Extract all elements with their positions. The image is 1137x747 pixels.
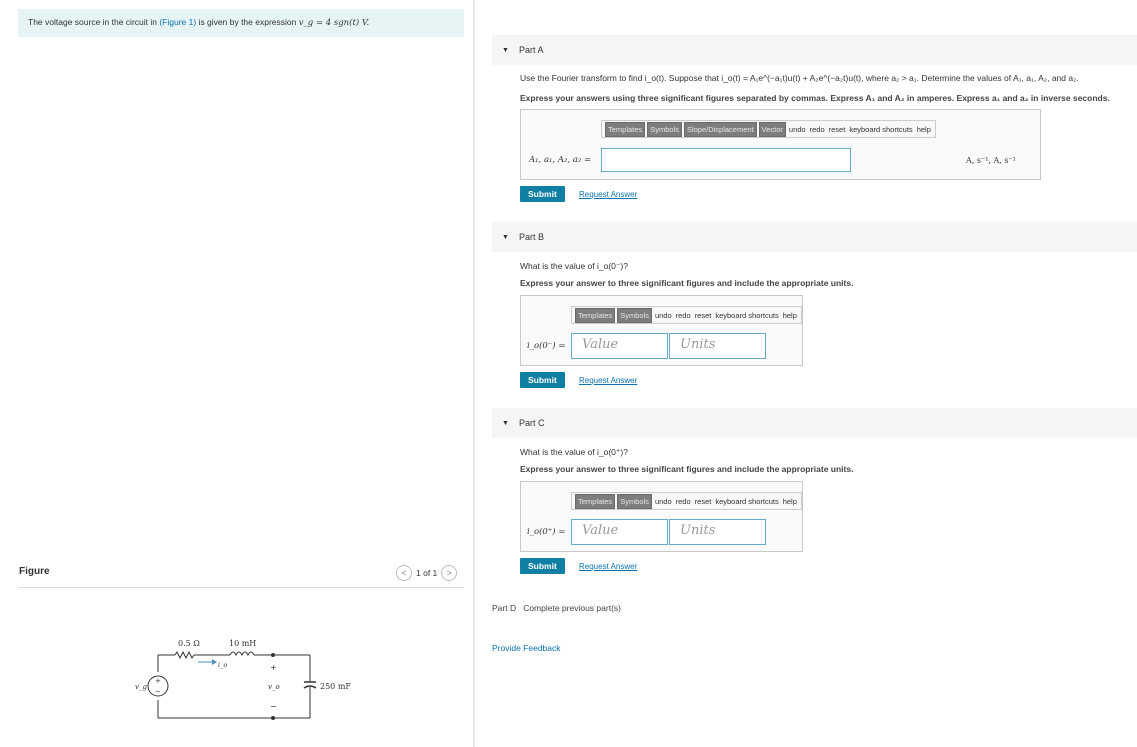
part-c-answer-box: Templates Symbols undo redo reset keyboa… — [520, 481, 803, 552]
figure-panel: The voltage source in the circuit in (Fi… — [0, 0, 474, 747]
next-figure-button[interactable]: > — [441, 565, 458, 581]
part-a-header[interactable]: ▼ Part A — [492, 35, 1137, 65]
current-label: i_o — [218, 661, 227, 669]
figure-divider — [18, 587, 464, 588]
inductor-label: 10 mH — [229, 639, 256, 648]
part-a-submit-button[interactable]: Submit — [520, 186, 565, 202]
redo-button[interactable]: redo — [809, 125, 826, 134]
templates-button[interactable]: Templates — [605, 121, 646, 137]
part-b-question: What is the value of i_o(0⁻)? — [520, 261, 628, 271]
source-minus: − — [155, 688, 161, 696]
intro-text: The voltage source in the circuit in — [28, 17, 160, 27]
symbols-button[interactable]: Symbols — [617, 493, 652, 509]
source-label: v_g — [135, 683, 147, 691]
part-a-units: A, s⁻¹, A, s⁻¹ — [966, 156, 1016, 165]
slope-displacement-button[interactable]: Slope/Displacement — [683, 121, 757, 137]
undo-button[interactable]: undo — [654, 497, 673, 506]
part-a-question: Use the Fourier transform to find i_o(t)… — [520, 73, 1079, 83]
source-plus: + — [155, 677, 161, 685]
collapse-caret-icon: ▼ — [502, 233, 509, 241]
undo-button[interactable]: undo — [654, 311, 673, 320]
part-d-title: Part D — [492, 603, 517, 613]
part-b-toolbar: Templates Symbols undo redo reset keyboa… — [571, 306, 802, 324]
vector-button[interactable]: Vector — [758, 121, 786, 137]
output-label: v_o — [268, 683, 280, 691]
redo-button[interactable]: redo — [675, 311, 692, 320]
resistor-label: 0.5 Ω — [178, 639, 200, 648]
templates-button[interactable]: Templates — [575, 493, 616, 509]
part-b-submit-button[interactable]: Submit — [520, 372, 565, 388]
reset-button[interactable]: reset — [694, 311, 713, 320]
part-c-toolbar: Templates Symbols undo redo reset keyboa… — [571, 492, 802, 510]
figure-link[interactable]: (Figure 1) — [159, 17, 196, 27]
terminal-top — [271, 653, 275, 657]
part-c-submit-button[interactable]: Submit — [520, 558, 565, 574]
part-a-answer-box: Templates Symbols Slope/Displacement Vec… — [520, 109, 1041, 180]
figure-label: Figure — [19, 566, 50, 577]
part-a-toolbar: Templates Symbols Slope/Displacement Vec… — [601, 120, 936, 138]
part-c-units-input[interactable]: Units — [669, 519, 766, 545]
collapse-caret-icon: ▼ — [502, 419, 509, 427]
part-b-instructions: Express your answer to three significant… — [520, 278, 854, 288]
part-b-title: Part B — [518, 232, 544, 242]
figure-pager: < 1 of 1 > — [396, 565, 458, 581]
part-c-request-answer-link[interactable]: Request Answer — [579, 562, 637, 571]
part-c-instructions: Express your answer to three significant… — [520, 464, 854, 474]
part-a-answer-input[interactable] — [601, 148, 851, 172]
output-minus: − — [270, 702, 277, 711]
undo-button[interactable]: undo — [788, 125, 807, 134]
part-d-row: Part D Complete previous part(s) — [492, 603, 621, 613]
part-a-title: Part A — [518, 45, 544, 55]
keyboard-shortcuts-button[interactable]: keyboard shortcuts — [714, 311, 779, 320]
panel-divider — [473, 0, 475, 747]
problem-intro: The voltage source in the circuit in (Fi… — [18, 9, 464, 37]
part-a-request-answer-link[interactable]: Request Answer — [579, 190, 637, 199]
prev-figure-button[interactable]: < — [396, 565, 412, 581]
source-expression: v_g = 4 sgn(t) V. — [298, 18, 370, 28]
help-button[interactable]: help — [782, 497, 798, 506]
figure-page-indicator: 1 of 1 — [416, 568, 438, 578]
provide-feedback-link[interactable]: Provide Feedback — [492, 643, 561, 653]
reset-button[interactable]: reset — [828, 125, 847, 134]
capacitor-label: 250 mF — [320, 682, 351, 691]
part-a-equation-label: A₁, a₁, A₂, a₂ = — [529, 155, 592, 165]
keyboard-shortcuts-button[interactable]: keyboard shortcuts — [714, 497, 779, 506]
templates-button[interactable]: Templates — [575, 307, 616, 323]
part-b-equation-label: i_o(0⁻) = — [527, 341, 566, 351]
part-a-instructions: Express your answers using three signifi… — [520, 93, 1110, 103]
part-c-value-input[interactable]: Value — [571, 519, 668, 545]
part-b-request-answer-link[interactable]: Request Answer — [579, 376, 637, 385]
part-b-header[interactable]: ▼ Part B — [492, 222, 1137, 252]
part-b-units-input[interactable]: Units — [669, 333, 766, 359]
keyboard-shortcuts-button[interactable]: keyboard shortcuts — [848, 125, 913, 134]
part-c-header[interactable]: ▼ Part C — [492, 408, 1137, 438]
circuit-diagram: + − 0.5 Ω 10 mH i_o 250 mF v_g + v_o − — [135, 639, 351, 720]
current-arrow — [212, 659, 217, 665]
intro-text-middle: is given by the expression — [196, 17, 299, 27]
inductor-symbol — [229, 651, 255, 657]
reset-button[interactable]: reset — [694, 497, 713, 506]
collapse-caret-icon: ▼ — [502, 46, 509, 54]
part-c-title: Part C — [518, 418, 545, 428]
redo-button[interactable]: redo — [675, 497, 692, 506]
symbols-button[interactable]: Symbols — [617, 307, 652, 323]
symbols-button[interactable]: Symbols — [647, 121, 682, 137]
part-c-equation-label: i_o(0⁺) = — [527, 527, 566, 537]
part-b-value-input[interactable]: Value — [571, 333, 668, 359]
help-button[interactable]: help — [782, 311, 798, 320]
help-button[interactable]: help — [916, 125, 932, 134]
part-d-status: Complete previous part(s) — [523, 603, 621, 613]
part-b-answer-box: Templates Symbols undo redo reset keyboa… — [520, 295, 803, 366]
terminal-bottom — [271, 716, 275, 720]
resistor-symbol — [174, 650, 195, 660]
part-c-question: What is the value of i_o(0⁺)? — [520, 447, 628, 457]
output-plus: + — [270, 663, 277, 672]
question-panel: ▼ Part A Use the Fourier transform to fi… — [476, 0, 1137, 747]
